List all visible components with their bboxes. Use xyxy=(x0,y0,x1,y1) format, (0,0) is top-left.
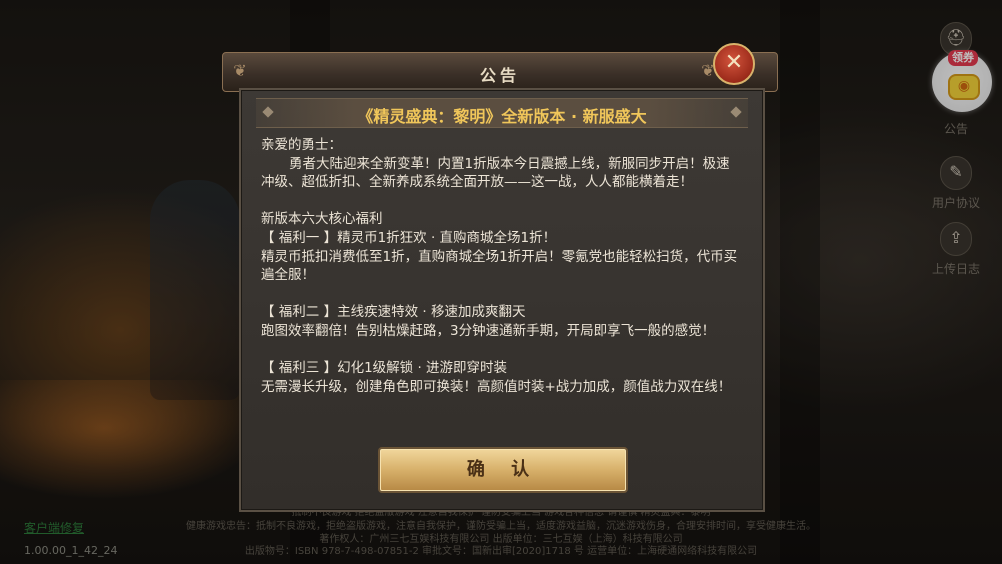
benefit-title: 【 福利一 】精灵币1折狂欢 · 直购商城全场1折！ xyxy=(261,229,557,246)
greeting: 亲爱的勇士： xyxy=(261,137,342,153)
subtitle-bar: 《精灵盛典：黎明》全新版本 · 新服盛大 xyxy=(256,98,748,128)
benefit-body: 跑图效率翻倍！告别枯燥赶路，3分钟速通新手期，开局即享飞一般的感觉！ xyxy=(261,322,716,339)
intro-paragraph: 勇者大陆迎来全新变革！内置1折版本今日震撼上线，新服同步开启！极速冲级、超低折扣… xyxy=(261,155,730,191)
close-icon: ✕ xyxy=(724,50,744,75)
benefit-title: 【 福利三 】幻化1级解锁 · 进游即穿时装 xyxy=(261,360,508,377)
benefit-title: 【 福利二 】主线疾速特效 · 移速加成爽翻天 xyxy=(261,304,526,321)
confirm-button[interactable]: 确 认 xyxy=(380,449,626,491)
announcement-dialog: ❦ 公告 ❦ ✕ 《精灵盛典：黎明》全新版本 · 新服盛大 亲爱的勇士： 勇者大… xyxy=(222,43,778,512)
dialog-title-bar: ❦ 公告 ❦ xyxy=(222,52,778,92)
announcement-content[interactable]: 亲爱的勇士： 勇者大陆迎来全新变革！内置1折版本今日震撼上线，新服同步开启！极速… xyxy=(261,136,743,434)
dialog-title: 公告 xyxy=(479,66,520,85)
close-button[interactable]: ✕ xyxy=(713,43,755,85)
benefit-body: 精灵币抵扣消费低至1折，直购商城全场1折开启！零氪党也能轻松扫货，代币买遍全服！ xyxy=(261,248,738,284)
announcement-panel: 《精灵盛典：黎明》全新版本 · 新服盛大 亲爱的勇士： 勇者大陆迎来全新变革！内… xyxy=(239,88,765,512)
benefit-body: 无需漫长升级，创建角色即可换装！高颜值时装+战力加成，颜值战力双在线！ xyxy=(261,378,732,395)
section-title: 新版本六大核心福利 xyxy=(261,211,383,228)
announcement-subtitle: 《精灵盛典：黎明》全新版本 · 新服盛大 xyxy=(357,107,647,126)
